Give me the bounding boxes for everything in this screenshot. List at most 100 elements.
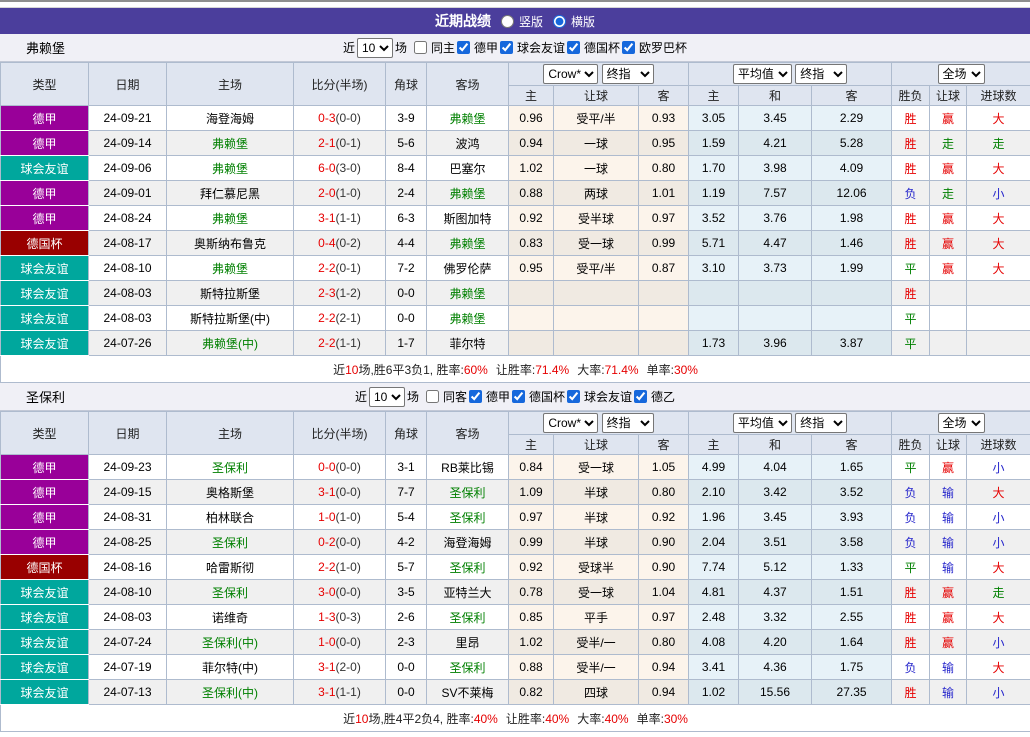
- odds-time-select[interactable]: 终指: [601, 64, 654, 84]
- subcol-asian-home: 主: [508, 85, 554, 106]
- corner-score: 7-2: [385, 255, 427, 281]
- summary-count: 10: [355, 711, 369, 726]
- match-date: 24-09-21: [88, 105, 167, 131]
- odds-company-select[interactable]: Crow*: [543, 64, 599, 84]
- summary-pre: 近: [343, 711, 356, 726]
- league-checkbox-friendly[interactable]: [567, 390, 581, 403]
- match-type-badge: 德甲: [0, 454, 89, 480]
- asian-home-odds: 1.09: [508, 479, 554, 505]
- games-label: 场: [394, 41, 407, 55]
- subcol-avg-home: 主: [688, 85, 740, 106]
- horizontal-layout-radio[interactable]: [553, 14, 566, 28]
- page-title: 近期战绩: [434, 13, 491, 29]
- scope-select[interactable]: 全场: [937, 64, 985, 84]
- col-header-score: 比分(半场): [293, 62, 386, 106]
- result-handicap: 输: [929, 504, 968, 530]
- odds-company-select[interactable]: Crow*: [543, 413, 599, 433]
- league-label-bundesliga: 德甲: [485, 390, 510, 404]
- team1-name: 弗赖堡: [26, 41, 66, 56]
- away-team: 亚特兰大: [426, 579, 509, 605]
- avg-draw-odds: 3.32: [738, 604, 813, 630]
- corner-score: 6-3: [385, 205, 427, 231]
- asian-away-odds: 0.93: [637, 105, 690, 131]
- asian-handicap: 受一球: [553, 230, 639, 256]
- score-fulltime: 0-2: [318, 535, 336, 549]
- avg-home-odds: 5.71: [688, 230, 740, 256]
- avg-home-odds: 4.81: [688, 579, 740, 605]
- europe-time-select[interactable]: 终指: [795, 413, 848, 433]
- result-handicap: 赢: [929, 629, 968, 655]
- asian-away-odds: [637, 330, 690, 356]
- result-handicap: [929, 330, 968, 356]
- single-rate-label: 单率:: [646, 362, 674, 377]
- away-team: SV不莱梅: [426, 679, 509, 705]
- away-team: 弗赖堡: [426, 230, 509, 256]
- home-team: 弗赖堡: [166, 130, 294, 156]
- top-strip: [0, 0, 1030, 8]
- recent-count-select[interactable]: 10: [356, 37, 393, 58]
- asian-away-odds: 0.80: [637, 629, 690, 655]
- result-handicap: 赢: [929, 155, 968, 181]
- asian-handicap: 四球: [553, 679, 639, 705]
- score-cell: 3-0(0-0): [293, 579, 386, 605]
- away-team: 海登海姆: [426, 529, 509, 555]
- match-type-badge: 德甲: [0, 479, 89, 505]
- result-goals: 小: [966, 629, 1030, 655]
- match-row: 德甲 24-08-24 弗赖堡 3-1(1-1) 6-3 斯图加特 0.92 受半球 0.97 3…: [0, 205, 1030, 231]
- odds-time-select[interactable]: 终指: [601, 413, 654, 433]
- title-bar: 近期战绩 竖版 横版: [0, 8, 1030, 34]
- vertical-layout-radio[interactable]: [500, 14, 514, 28]
- away-team: 弗赖堡: [426, 305, 509, 331]
- corner-score: 0-0: [385, 654, 427, 680]
- subcol-handicap-result: 让球: [929, 85, 968, 106]
- result-goals: 小: [966, 679, 1030, 705]
- scope-select[interactable]: 全场: [937, 413, 985, 433]
- home-team: 圣保利: [166, 454, 294, 480]
- europe-source-select[interactable]: 平均值: [732, 413, 792, 433]
- recent-count-select[interactable]: 10: [368, 386, 405, 407]
- europe-time-select[interactable]: 终指: [795, 64, 848, 84]
- home-team: 柏林联合: [166, 504, 294, 530]
- match-row: 球会友谊 24-08-03 斯特拉斯堡(中) 2-2(2-1) 0-0 弗赖堡平: [0, 305, 1030, 331]
- result-wdl: 平: [891, 454, 931, 480]
- horizontal-layout-option[interactable]: 横版: [553, 13, 595, 30]
- league-checkbox-bundesliga2[interactable]: [634, 390, 648, 403]
- home-team: 奥格斯堡: [166, 479, 294, 505]
- avg-draw-odds: 4.20: [738, 629, 813, 655]
- subcol-asian-away: 客: [637, 434, 690, 455]
- asian-home-odds: 0.94: [508, 130, 554, 156]
- same-home-label: 同主: [430, 41, 455, 55]
- match-type-badge: 德甲: [0, 529, 89, 555]
- result-wdl: 胜: [891, 280, 931, 306]
- result-handicap: 输: [929, 679, 968, 705]
- league-checkbox-dfb-pokal[interactable]: [512, 390, 525, 403]
- score-fulltime: 3-1: [318, 211, 336, 225]
- match-date: 24-08-03: [88, 604, 167, 630]
- europe-source-select[interactable]: 平均值: [732, 64, 792, 84]
- result-goals: 走: [966, 130, 1030, 156]
- match-type-badge: 德甲: [0, 180, 89, 206]
- avg-draw-odds: [738, 305, 813, 331]
- subcol-goals-result: 进球数: [966, 85, 1030, 106]
- same-away-checkbox[interactable]: [425, 390, 439, 403]
- league-checkbox-europa[interactable]: [622, 41, 636, 54]
- score-halftime: (0-0): [335, 585, 361, 599]
- score-halftime: (0-1): [335, 136, 361, 150]
- match-date: 24-09-15: [88, 479, 167, 505]
- league-checkbox-bundesliga[interactable]: [456, 41, 470, 54]
- asian-home-odds: 0.92: [508, 205, 554, 231]
- avg-draw-odds: 4.37: [738, 579, 813, 605]
- league-checkbox-friendly[interactable]: [500, 41, 513, 54]
- same-home-checkbox[interactable]: [413, 41, 427, 54]
- league-checkbox-dfb-pokal[interactable]: [567, 41, 581, 54]
- vertical-layout-option[interactable]: 竖版: [500, 13, 543, 30]
- score-fulltime: 2-2: [318, 336, 336, 350]
- match-type-badge: 德甲: [0, 130, 89, 156]
- asian-away-odds: 0.90: [637, 554, 690, 580]
- corner-score: 2-6: [385, 604, 427, 630]
- asian-home-odds: 0.78: [508, 579, 554, 605]
- team2-name: 圣保利: [26, 390, 66, 405]
- league-checkbox-bundesliga[interactable]: [468, 390, 482, 403]
- corner-score: 3-1: [385, 454, 427, 480]
- asian-home-odds: 0.84: [508, 454, 554, 480]
